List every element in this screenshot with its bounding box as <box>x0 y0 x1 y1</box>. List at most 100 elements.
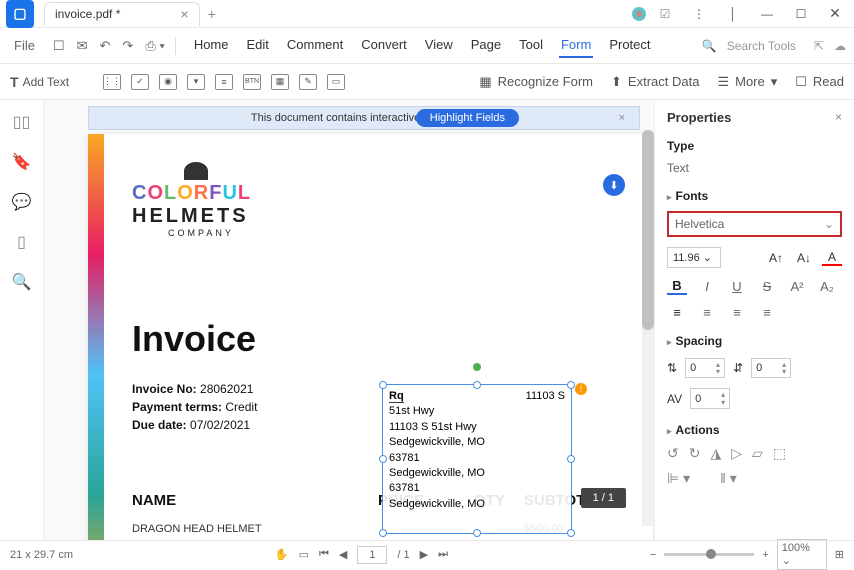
warning-icon[interactable]: ! <box>575 383 587 395</box>
rotate-left-icon[interactable]: ↺ <box>667 445 679 462</box>
date-tool[interactable]: ▭ <box>327 74 345 90</box>
crop-icon[interactable]: ▱ <box>752 445 763 462</box>
checkbox-icon[interactable]: ☑ <box>650 1 680 27</box>
resize-handle[interactable] <box>473 381 481 389</box>
text-field-tool[interactable]: ⋮⋮ <box>103 74 121 90</box>
rotate-handle[interactable] <box>473 363 481 371</box>
resize-handle[interactable] <box>379 529 387 537</box>
page-number-input[interactable]: 1 <box>357 546 387 564</box>
dropdown-tool[interactable]: ▾ <box>187 74 205 90</box>
minimize-button[interactable]: ― <box>752 1 782 27</box>
menu-edit[interactable]: Edit <box>245 33 271 58</box>
superscript-button[interactable]: A² <box>787 279 807 294</box>
first-page-icon[interactable]: ⏮ <box>319 548 329 561</box>
bookmark-icon[interactable]: 🔖 <box>12 152 32 172</box>
document-tab[interactable]: invoice.pdf * × <box>44 2 200 26</box>
button-tool[interactable]: BTN <box>243 74 261 90</box>
checkbox-tool[interactable]: ✓ <box>131 74 149 90</box>
editing-text[interactable]: Rq11103 S 51st Hwy 11103 S 51st Hwy Sedg… <box>383 385 571 533</box>
recognize-form-button[interactable]: ▦Recognize Form <box>479 74 593 90</box>
resize-handle[interactable] <box>379 381 387 389</box>
file-menu[interactable]: File <box>8 34 41 57</box>
fonts-section[interactable]: ▸Fonts <box>667 189 842 203</box>
image-tool[interactable]: ▦ <box>271 74 289 90</box>
flip-v-icon[interactable]: ▷ <box>731 445 742 462</box>
theme-icon[interactable] <box>632 7 646 21</box>
download-icon[interactable]: ⬇ <box>603 174 625 196</box>
zoom-slider[interactable] <box>664 553 754 556</box>
align-justify-button[interactable]: ≡ <box>757 305 777 320</box>
attachments-icon[interactable]: ▯ <box>17 232 26 252</box>
tab-close-icon[interactable]: × <box>180 6 188 22</box>
menu-convert[interactable]: Convert <box>359 33 409 58</box>
resize-handle[interactable] <box>567 529 575 537</box>
read-button[interactable]: ☐Read <box>795 74 844 90</box>
search-tools-icon[interactable]: 🔍 <box>702 39 717 53</box>
actions-section[interactable]: ▸Actions <box>667 423 842 437</box>
mail-icon[interactable]: ✉ <box>71 34 94 58</box>
save-icon[interactable]: ☐ <box>47 34 71 58</box>
thumbnails-icon[interactable]: ▯▯ <box>13 112 31 132</box>
menu-home[interactable]: Home <box>192 33 231 58</box>
zoom-in-icon[interactable]: + <box>762 549 768 561</box>
menu-view[interactable]: View <box>423 33 455 58</box>
radio-tool[interactable]: ◉ <box>159 74 177 90</box>
menu-form[interactable]: Form <box>559 33 593 58</box>
spacing-section[interactable]: ▸Spacing <box>667 334 842 348</box>
menu-page[interactable]: Page <box>469 33 503 58</box>
font-color-icon[interactable]: A <box>822 250 842 266</box>
line-spacing-input[interactable]: 0▴▾ <box>685 358 725 378</box>
extract-data-button[interactable]: ⬆Extract Data <box>611 74 699 90</box>
font-family-select[interactable]: Helvetica <box>667 211 842 237</box>
hand-tool-icon[interactable]: ✋ <box>275 548 289 561</box>
subscript-button[interactable]: A₂ <box>817 279 837 294</box>
undo-icon[interactable]: ↶ <box>94 34 117 58</box>
align-tool-icon[interactable]: ⊫ ▾ <box>667 470 690 487</box>
search-panel-icon[interactable]: 🔍 <box>12 272 32 292</box>
align-right-button[interactable]: ≡ <box>727 305 747 320</box>
align-left-button[interactable]: ≡ <box>667 305 687 320</box>
resize-handle[interactable] <box>567 381 575 389</box>
zoom-select[interactable]: 100% ⌄ <box>777 539 827 570</box>
zoom-out-icon[interactable]: − <box>650 549 656 561</box>
cloud-icon[interactable]: ☁ <box>834 39 846 53</box>
increase-font-icon[interactable]: A↑ <box>766 251 786 265</box>
close-window-button[interactable]: ✕ <box>820 1 850 27</box>
para-spacing-input[interactable]: 0▴▾ <box>751 358 791 378</box>
vertical-scrollbar[interactable] <box>642 130 654 526</box>
resize-handle[interactable] <box>379 455 387 463</box>
redo-icon[interactable]: ↷ <box>116 34 139 58</box>
flip-h-icon[interactable]: ◮ <box>710 445 721 462</box>
print-icon[interactable]: ⎙ ▾ <box>139 34 170 58</box>
text-field-selection[interactable]: ! Rq11103 S 51st Hwy 11103 S 51st Hwy Se… <box>382 384 572 534</box>
panel-close-icon[interactable]: × <box>835 110 842 124</box>
share-icon[interactable]: ⇱ <box>814 39 824 53</box>
banner-close-icon[interactable]: × <box>619 112 625 124</box>
more-button[interactable]: ☰More▾ <box>717 74 777 90</box>
highlight-fields-button[interactable]: Highlight Fields <box>416 109 519 127</box>
font-size-select[interactable]: 11.96 ⌄ <box>667 247 721 268</box>
resize-handle[interactable] <box>567 455 575 463</box>
align-center-button[interactable]: ≡ <box>697 305 717 320</box>
char-spacing-input[interactable]: 0▴▾ <box>690 388 730 408</box>
italic-button[interactable]: I <box>697 279 717 294</box>
prev-page-icon[interactable]: ◀ <box>339 548 347 561</box>
distribute-tool-icon[interactable]: ‖ ▾ <box>720 470 737 487</box>
add-text-button[interactable]: T Add Text <box>10 74 69 90</box>
comments-icon[interactable]: 💬 <box>12 192 32 212</box>
next-page-icon[interactable]: ▶ <box>420 548 428 561</box>
menu-protect[interactable]: Protect <box>607 33 652 58</box>
select-tool-icon[interactable]: ▭ <box>299 548 309 561</box>
fit-page-icon[interactable]: ⊞ <box>835 548 844 561</box>
bold-button[interactable]: B <box>667 278 687 295</box>
menu-tool[interactable]: Tool <box>517 33 545 58</box>
list-tool[interactable]: ≡ <box>215 74 233 90</box>
kebab-menu-icon[interactable]: ⋮ <box>684 1 714 27</box>
last-page-icon[interactable]: ⏭ <box>438 548 448 561</box>
replace-icon[interactable]: ⬚ <box>773 445 786 462</box>
menu-comment[interactable]: Comment <box>285 33 345 58</box>
underline-button[interactable]: U <box>727 279 747 294</box>
rotate-right-icon[interactable]: ↻ <box>689 445 701 462</box>
resize-handle[interactable] <box>473 529 481 537</box>
strikethrough-button[interactable]: S <box>757 279 777 294</box>
